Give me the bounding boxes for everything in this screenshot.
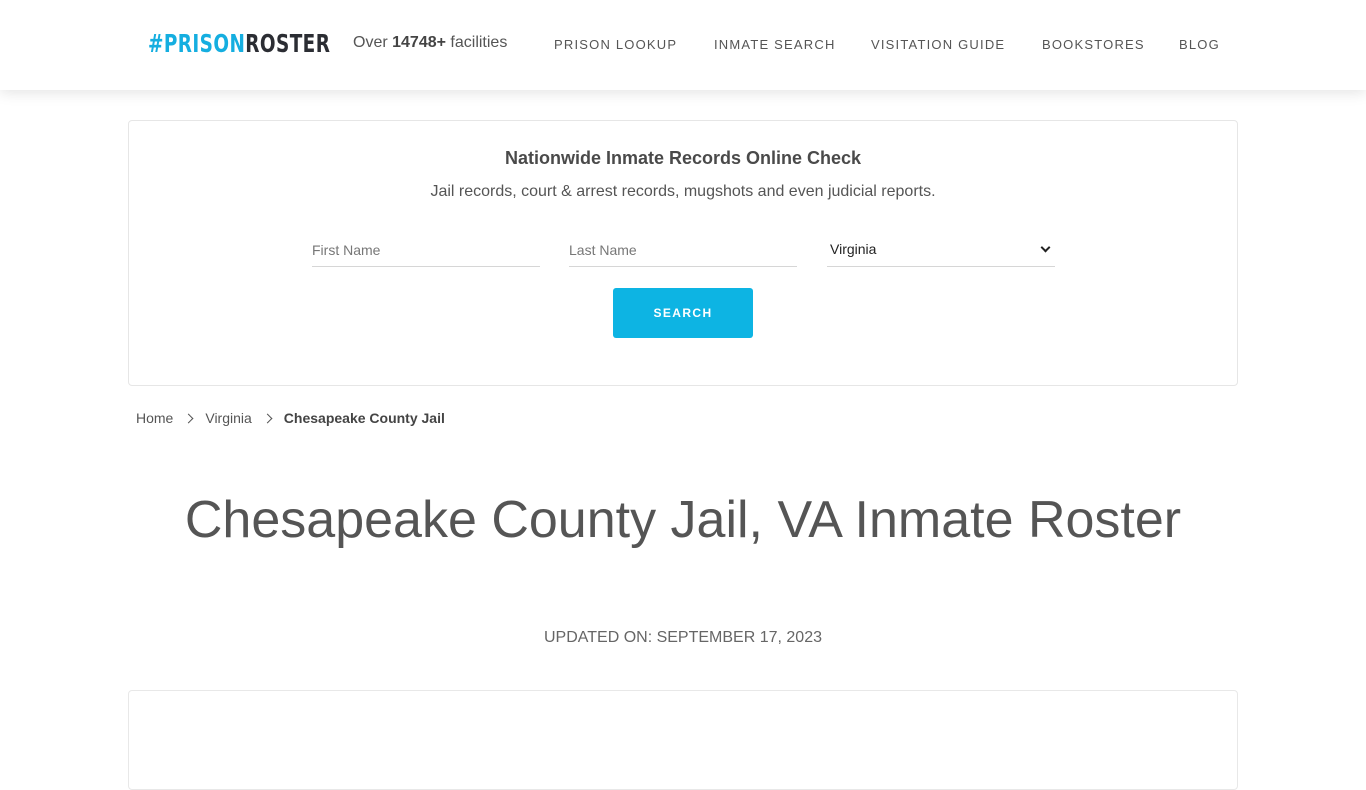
logo-prison: #PRISON	[148, 29, 246, 58]
nav-blog[interactable]: BLOG	[1179, 37, 1220, 52]
breadcrumb: Home Virginia Chesapeake County Jail	[136, 408, 445, 428]
search-card-subtitle: Jail records, court & arrest records, mu…	[430, 183, 936, 200]
chevron-down-icon	[1040, 242, 1051, 253]
state-select[interactable]: Virginia	[827, 233, 1055, 267]
state-select-value: Virginia	[830, 241, 877, 257]
tagline-prefix: Over	[353, 34, 393, 51]
last-name-input[interactable]	[569, 233, 797, 267]
nav-prison-lookup[interactable]: PRISON LOOKUP	[554, 37, 677, 52]
first-name-input[interactable]	[312, 233, 540, 267]
nav-inmate-search[interactable]: INMATE SEARCH	[714, 37, 836, 52]
nav-bookstores[interactable]: BOOKSTORES	[1042, 37, 1145, 52]
chevron-right-icon	[262, 413, 273, 423]
search-button[interactable]: SEARCH	[613, 288, 753, 338]
inmate-search-card: Nationwide Inmate Records Online Check J…	[128, 120, 1238, 386]
search-card-title: Nationwide Inmate Records Online Check	[504, 148, 862, 168]
facilities-count: 14748+	[392, 34, 446, 51]
site-header: #PRISONROSTER Over 14748+ facilities PRI…	[0, 0, 1366, 90]
site-logo[interactable]: #PRISONROSTER	[148, 29, 330, 59]
chevron-right-icon	[183, 413, 194, 423]
breadcrumb-virginia[interactable]: Virginia	[205, 410, 251, 426]
tagline-suffix: facilities	[445, 34, 508, 51]
page-title: Chesapeake County Jail, VA Inmate Roster	[184, 491, 1182, 549]
content-card	[128, 690, 1238, 790]
breadcrumb-current: Chesapeake County Jail	[283, 410, 445, 426]
nav-visitation-guide[interactable]: VISITATION GUIDE	[871, 37, 1005, 52]
breadcrumb-home[interactable]: Home	[136, 410, 173, 426]
logo-roster: ROSTER	[245, 29, 331, 58]
facilities-count-tagline: Over 14748+ facilities	[353, 34, 507, 52]
updated-date: UPDATED ON: SEPTEMBER 17, 2023	[543, 629, 822, 646]
